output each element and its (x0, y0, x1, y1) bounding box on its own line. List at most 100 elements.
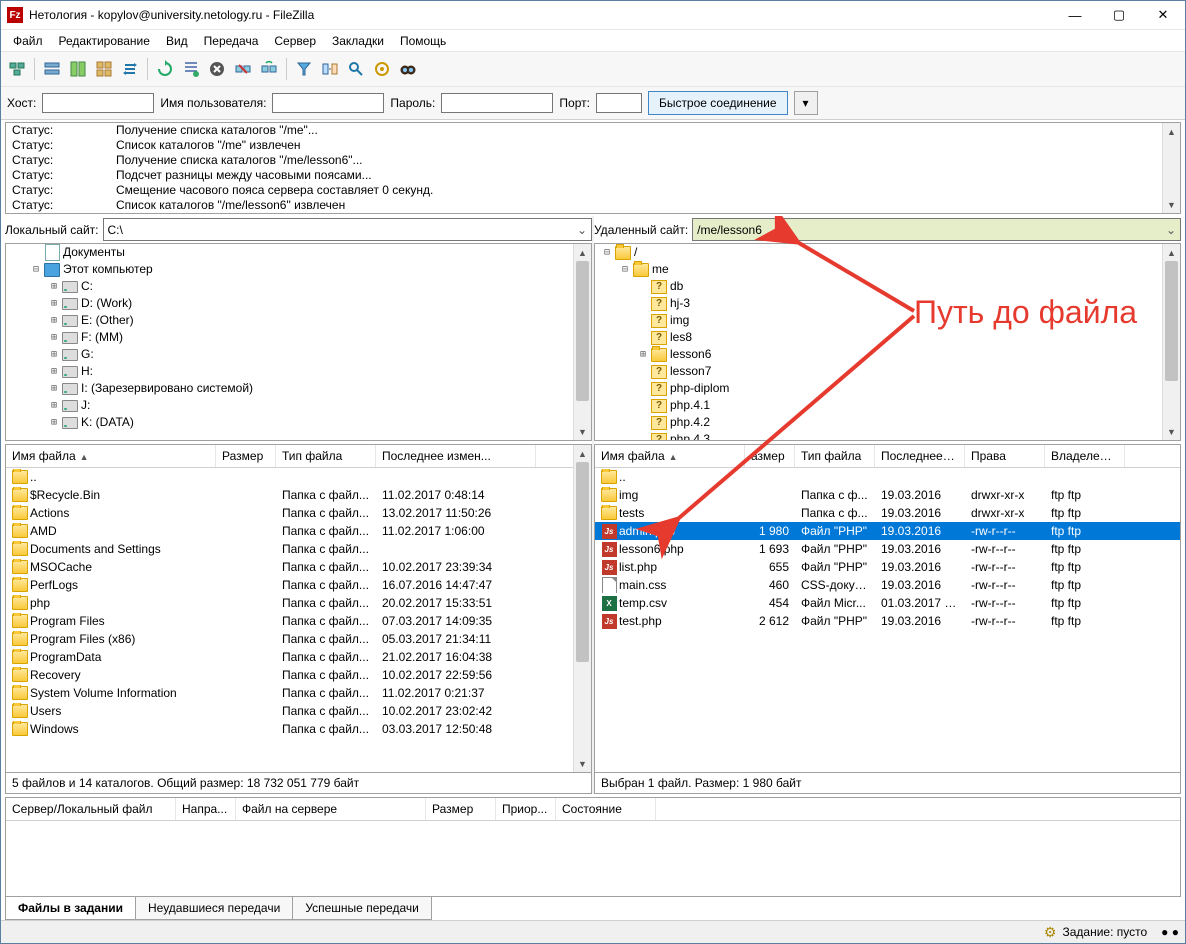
menu-сервер[interactable]: Сервер (266, 32, 324, 50)
tree-item[interactable]: ?les8 (595, 329, 1180, 346)
expand-icon[interactable]: ⊞ (48, 383, 60, 395)
reconnect-button[interactable] (257, 57, 281, 81)
list-item[interactable]: main.css460CSS-докум...19.03.2016-rw-r--… (595, 576, 1180, 594)
menu-помощь[interactable]: Помощь (392, 32, 454, 50)
scrollbar[interactable]: ▲▼ (1162, 244, 1180, 440)
column-header[interactable]: Размер (216, 445, 276, 467)
column-header[interactable]: азмер (745, 445, 795, 467)
list-item[interactable]: ActionsПапка с файл...13.02.2017 11:50:2… (6, 504, 591, 522)
sync-browse-button[interactable] (118, 57, 142, 81)
list-item[interactable]: Jslesson6.php1 693Файл "PHP"19.03.2016-r… (595, 540, 1180, 558)
queue-tab[interactable]: Файлы в задании (5, 897, 136, 920)
tree-item[interactable]: ⊞lesson6 (595, 346, 1180, 363)
collapse-icon[interactable]: ⊟ (601, 247, 613, 259)
refresh-button[interactable] (153, 57, 177, 81)
local-path-input[interactable] (104, 221, 574, 238)
tree-item[interactable]: ?php.4.1 (595, 397, 1180, 414)
maximize-button[interactable]: ▢ (1097, 1, 1141, 29)
expand-icon[interactable]: ⊞ (48, 298, 60, 310)
column-header[interactable]: Владелец/... (1045, 445, 1125, 467)
tree-item[interactable]: ⊟Этот компьютер (6, 261, 591, 278)
list-item[interactable]: RecoveryПапка с файл...10.02.2017 22:59:… (6, 666, 591, 684)
toolbar-button[interactable] (66, 57, 90, 81)
disconnect-button[interactable] (231, 57, 255, 81)
menu-редактирование[interactable]: Редактирование (51, 32, 158, 50)
close-button[interactable]: ✕ (1141, 1, 1185, 29)
list-item[interactable]: WindowsПапка с файл...03.03.2017 12:50:4… (6, 720, 591, 738)
column-header[interactable]: Тип файла (276, 445, 376, 467)
expand-icon[interactable]: ⊞ (48, 332, 60, 344)
list-item[interactable]: Jsadmin.php1 980Файл "PHP"19.03.2016-rw-… (595, 522, 1180, 540)
tree-item[interactable]: ?php-diplom (595, 380, 1180, 397)
tree-item[interactable]: Документы (6, 244, 591, 261)
tree-item[interactable]: ⊞D: (Work) (6, 295, 591, 312)
port-input[interactable] (596, 93, 642, 113)
column-header[interactable]: Права (965, 445, 1045, 467)
message-log[interactable]: Статус:Получение списка каталогов "/me".… (5, 122, 1181, 214)
expand-icon[interactable]: ⊞ (48, 315, 60, 327)
search-button[interactable] (344, 57, 368, 81)
column-header[interactable]: Последнее из... (875, 445, 965, 467)
column-header[interactable]: Имя файла▲ (595, 445, 745, 467)
tree-item[interactable]: ⊞G: (6, 346, 591, 363)
tree-item[interactable]: ?php.4.2 (595, 414, 1180, 431)
menu-вид[interactable]: Вид (158, 32, 196, 50)
toolbar-button[interactable] (370, 57, 394, 81)
expand-icon[interactable]: ⊞ (48, 400, 60, 412)
host-input[interactable] (42, 93, 154, 113)
remote-path-combo[interactable]: ⌄ (692, 218, 1181, 241)
expand-icon[interactable]: ⊞ (48, 417, 60, 429)
list-item[interactable]: Program FilesПапка с файл...07.03.2017 1… (6, 612, 591, 630)
expand-icon[interactable]: ⊞ (637, 349, 649, 361)
tree-item[interactable]: ⊞J: (6, 397, 591, 414)
column-header[interactable]: Приор... (496, 798, 556, 820)
list-item[interactable]: .. (595, 468, 1180, 486)
expand-icon[interactable]: ⊞ (48, 281, 60, 293)
tree-item[interactable]: ⊞K: (DATA) (6, 414, 591, 431)
list-item[interactable]: phpПапка с файл...20.02.2017 15:33:51 (6, 594, 591, 612)
tree-item[interactable]: ⊟/ (595, 244, 1180, 261)
quickconnect-dropdown[interactable]: ▾ (794, 91, 818, 115)
tree-item[interactable]: ?img (595, 312, 1180, 329)
toolbar-button[interactable] (92, 57, 116, 81)
quickconnect-button[interactable]: Быстрое соединение (648, 91, 788, 115)
tree-item[interactable]: ?db (595, 278, 1180, 295)
scrollbar[interactable]: ▲▼ (1162, 123, 1180, 213)
list-item[interactable]: Program Files (x86)Папка с файл...05.03.… (6, 630, 591, 648)
list-item[interactable]: PerfLogsПапка с файл...16.07.2016 14:47:… (6, 576, 591, 594)
cancel-button[interactable] (205, 57, 229, 81)
list-item[interactable]: Documents and SettingsПапка с файл... (6, 540, 591, 558)
menu-передача[interactable]: Передача (196, 32, 267, 50)
collapse-icon[interactable]: ⊟ (619, 264, 631, 276)
list-item[interactable]: Jstest.php2 612Файл "PHP"19.03.2016-rw-r… (595, 612, 1180, 630)
menu-закладки[interactable]: Закладки (324, 32, 392, 50)
expand-icon[interactable]: ⊞ (48, 366, 60, 378)
column-header[interactable]: Размер (426, 798, 496, 820)
list-item[interactable]: UsersПапка с файл...10.02.2017 23:02:42 (6, 702, 591, 720)
queue-tab[interactable]: Неудавшиеся передачи (135, 897, 293, 920)
minimize-button[interactable]: — (1053, 1, 1097, 29)
process-queue-button[interactable] (179, 57, 203, 81)
remote-tree[interactable]: ⊟/⊟me?db?hj-3?img?les8⊞lesson6?lesson7?p… (594, 243, 1181, 441)
scrollbar[interactable]: ▲▼ (573, 244, 591, 440)
tree-item[interactable]: ?hj-3 (595, 295, 1180, 312)
column-header[interactable]: Напра... (176, 798, 236, 820)
list-item[interactable]: ProgramDataПапка с файл...21.02.2017 16:… (6, 648, 591, 666)
remote-path-input[interactable] (693, 221, 1162, 238)
local-path-combo[interactable]: ⌄ (103, 218, 593, 241)
column-header[interactable]: Состояние (556, 798, 656, 820)
toolbar-button[interactable] (40, 57, 64, 81)
dropdown-icon[interactable]: ⌄ (1162, 223, 1180, 237)
gear-icon[interactable]: ⚙ (1044, 924, 1057, 941)
compare-button[interactable] (318, 57, 342, 81)
tree-item[interactable]: ?lesson7 (595, 363, 1180, 380)
binoculars-icon[interactable] (396, 57, 420, 81)
tree-item[interactable]: ⊞H: (6, 363, 591, 380)
list-item[interactable]: .. (6, 468, 591, 486)
tree-item[interactable]: ⊞C: (6, 278, 591, 295)
tree-item[interactable]: ⊞E: (Other) (6, 312, 591, 329)
list-item[interactable]: MSOCacheПапка с файл...10.02.2017 23:39:… (6, 558, 591, 576)
list-item[interactable]: AMDПапка с файл...11.02.2017 1:06:00 (6, 522, 591, 540)
column-header[interactable]: Имя файла▲ (6, 445, 216, 467)
queue-tab[interactable]: Успешные передачи (292, 897, 432, 920)
